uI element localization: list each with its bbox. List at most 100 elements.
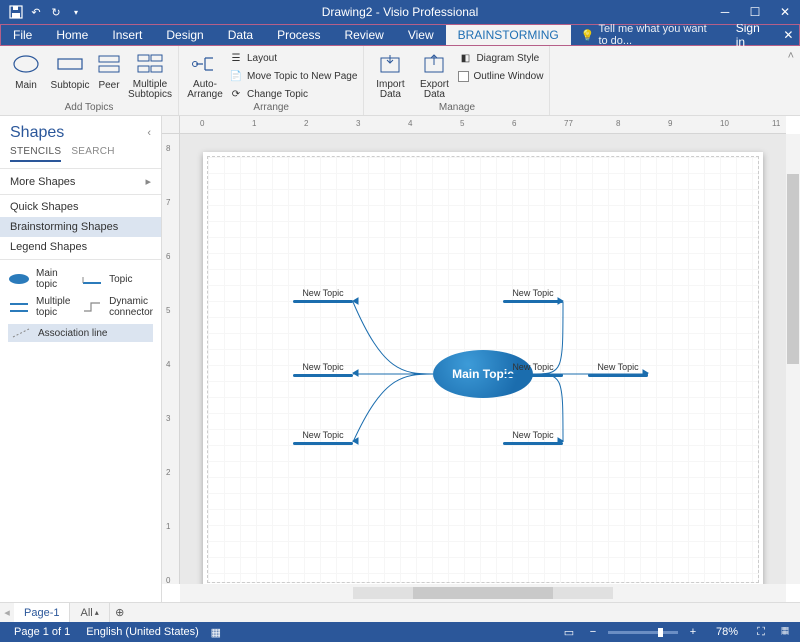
minimize-button[interactable]: ─	[710, 0, 740, 24]
page[interactable]: Main Topic New TopicNew TopicNew TopicNe…	[203, 152, 763, 584]
ruler-v-tick: 7	[166, 198, 170, 207]
presentation-mode-icon[interactable]: ▭	[560, 623, 578, 641]
redo-icon[interactable]: ↻	[48, 4, 64, 20]
page-tab-all-label: All	[80, 607, 92, 619]
page-tab-all[interactable]: All ▴	[70, 603, 109, 622]
tab-process[interactable]: Process	[265, 25, 332, 45]
zoom-slider[interactable]	[608, 631, 678, 634]
tab-brainstorming[interactable]: BRAINSTORMING	[446, 25, 571, 45]
document-title: Drawing2 - Visio Professional	[0, 5, 800, 19]
export-data-button[interactable]: Export Data	[412, 48, 456, 100]
shape-main-topic[interactable]: Main topic	[8, 268, 77, 290]
diagram-style-button[interactable]: ◧Diagram Style	[456, 50, 545, 66]
shape-multiple-topic[interactable]: Multiple topic	[8, 296, 77, 318]
status-language[interactable]: English (United States)	[78, 626, 207, 638]
switch-windows-icon[interactable]: 𝄜	[776, 623, 794, 641]
ruler-h-tick: 4	[408, 119, 412, 128]
drawing-surface[interactable]: Main Topic New TopicNew TopicNew TopicNe…	[180, 134, 786, 584]
shape-dynamic-connector-label: Dynamic connector	[109, 296, 153, 318]
shapes-collapse-icon[interactable]: ‹	[147, 127, 151, 139]
shape-association-line[interactable]: Association line	[8, 324, 153, 342]
close-window-button[interactable]: ✕	[770, 0, 800, 24]
multiple-subtopics-button[interactable]: Multiple Subtopics	[126, 48, 174, 100]
shape-association-line-label: Association line	[38, 328, 107, 339]
subtopic-button[interactable]: Subtopic	[48, 48, 92, 91]
ruler-v-tick: 0	[166, 576, 170, 585]
shape-dynamic-connector[interactable]: Dynamic connector	[81, 296, 153, 318]
ruler-v-tick: 2	[166, 468, 170, 477]
vertical-scrollbar[interactable]	[786, 134, 800, 584]
shape-topic[interactable]: Topic	[81, 272, 153, 286]
main-topic-button[interactable]: Main	[4, 48, 48, 91]
outline-window-label: Outline Window	[473, 71, 543, 82]
page-tab-1[interactable]: Page-1	[14, 603, 70, 622]
outline-window-checkbox[interactable]: Outline Window	[456, 68, 545, 84]
fit-to-window-icon[interactable]: ⛶	[752, 623, 770, 641]
brainstorming-shapes-item[interactable]: Brainstorming Shapes	[0, 217, 161, 237]
undo-icon[interactable]: ↶	[28, 4, 44, 20]
hscroll-thumb[interactable]	[413, 587, 553, 599]
search-tab[interactable]: SEARCH	[71, 146, 114, 162]
auto-arrange-button[interactable]: Auto- Arrange	[183, 48, 227, 100]
vscroll-thumb[interactable]	[787, 174, 799, 364]
topic-node-bar	[503, 442, 563, 445]
topic-node-label: New Topic	[293, 362, 353, 372]
more-shapes-item[interactable]: More Shapes▸	[0, 171, 161, 192]
tab-view[interactable]: View	[396, 25, 446, 45]
tell-me-label: Tell me what you want to do...	[598, 23, 713, 47]
topic-node-label: New Topic	[588, 362, 648, 372]
group-arrange-label: Arrange	[179, 102, 363, 115]
lightbulb-icon: 💡	[581, 29, 595, 42]
layout-label: Layout	[247, 53, 277, 64]
horizontal-scrollbar[interactable]	[180, 584, 786, 602]
ruler-v-tick: 1	[166, 522, 170, 531]
peer-icon	[95, 50, 123, 78]
ruler-h-tick: 9	[668, 119, 672, 128]
ruler-v-tick: 5	[166, 306, 170, 315]
export-data-icon	[420, 50, 448, 78]
topic-node-bar	[503, 374, 563, 377]
ruler-h-tick: 0	[200, 119, 204, 128]
zoom-level[interactable]: 78%	[708, 626, 746, 638]
shape-multiple-topic-label: Multiple topic	[36, 296, 77, 318]
layout-button[interactable]: ☰ Layout	[227, 50, 359, 66]
change-topic-button[interactable]: ⟳Change Topic	[227, 86, 359, 102]
tab-home[interactable]: Home	[44, 25, 100, 45]
save-icon[interactable]	[8, 4, 24, 20]
signin-link[interactable]: Sign in	[724, 25, 778, 45]
ruler-v-tick: 3	[166, 414, 170, 423]
move-topic-label: Move Topic to New Page	[247, 71, 357, 82]
legend-shapes-item[interactable]: Legend Shapes	[0, 237, 161, 257]
add-page-button[interactable]: ⊕	[110, 603, 130, 623]
zoom-in-button[interactable]: +	[684, 623, 702, 641]
page-tab-prev[interactable]: ◂	[0, 606, 14, 619]
tab-file[interactable]: File	[1, 25, 44, 45]
topic-node-label: New Topic	[503, 430, 563, 440]
tab-data[interactable]: Data	[216, 25, 265, 45]
ribbon-collapse-icon[interactable]: ˄	[782, 46, 800, 115]
zoom-slider-thumb[interactable]	[658, 628, 663, 637]
ruler-h-tick: 5	[460, 119, 464, 128]
peer-button[interactable]: Peer	[92, 48, 126, 91]
move-topic-icon: 📄	[229, 69, 243, 83]
main-topic-label: Main	[15, 80, 37, 91]
ruler-h-tick: 8	[616, 119, 620, 128]
macro-recorder-icon[interactable]: ▦	[207, 623, 225, 641]
main-topic-swatch-icon	[8, 272, 30, 286]
import-data-button[interactable]: Import Data	[368, 48, 412, 100]
tab-design[interactable]: Design	[154, 25, 215, 45]
canvas-area: 012345677891011 876543210	[162, 116, 800, 602]
zoom-out-button[interactable]: −	[584, 623, 602, 641]
quick-shapes-item[interactable]: Quick Shapes	[0, 197, 161, 217]
maximize-button[interactable]: ☐	[740, 0, 770, 24]
change-topic-icon: ⟳	[229, 87, 243, 101]
ruler-v-tick: 4	[166, 360, 170, 369]
collapse-ribbon-button[interactable]: ✕	[778, 25, 799, 45]
move-topic-button[interactable]: 📄 Move Topic to New Page	[227, 68, 359, 84]
layout-icon: ☰	[229, 51, 243, 65]
stencils-tab[interactable]: STENCILS	[10, 146, 61, 162]
tab-review[interactable]: Review	[332, 25, 395, 45]
tab-insert[interactable]: Insert	[100, 25, 154, 45]
qat-more-icon[interactable]: ▾	[68, 4, 84, 20]
tell-me-search[interactable]: 💡 Tell me what you want to do...	[571, 25, 724, 45]
